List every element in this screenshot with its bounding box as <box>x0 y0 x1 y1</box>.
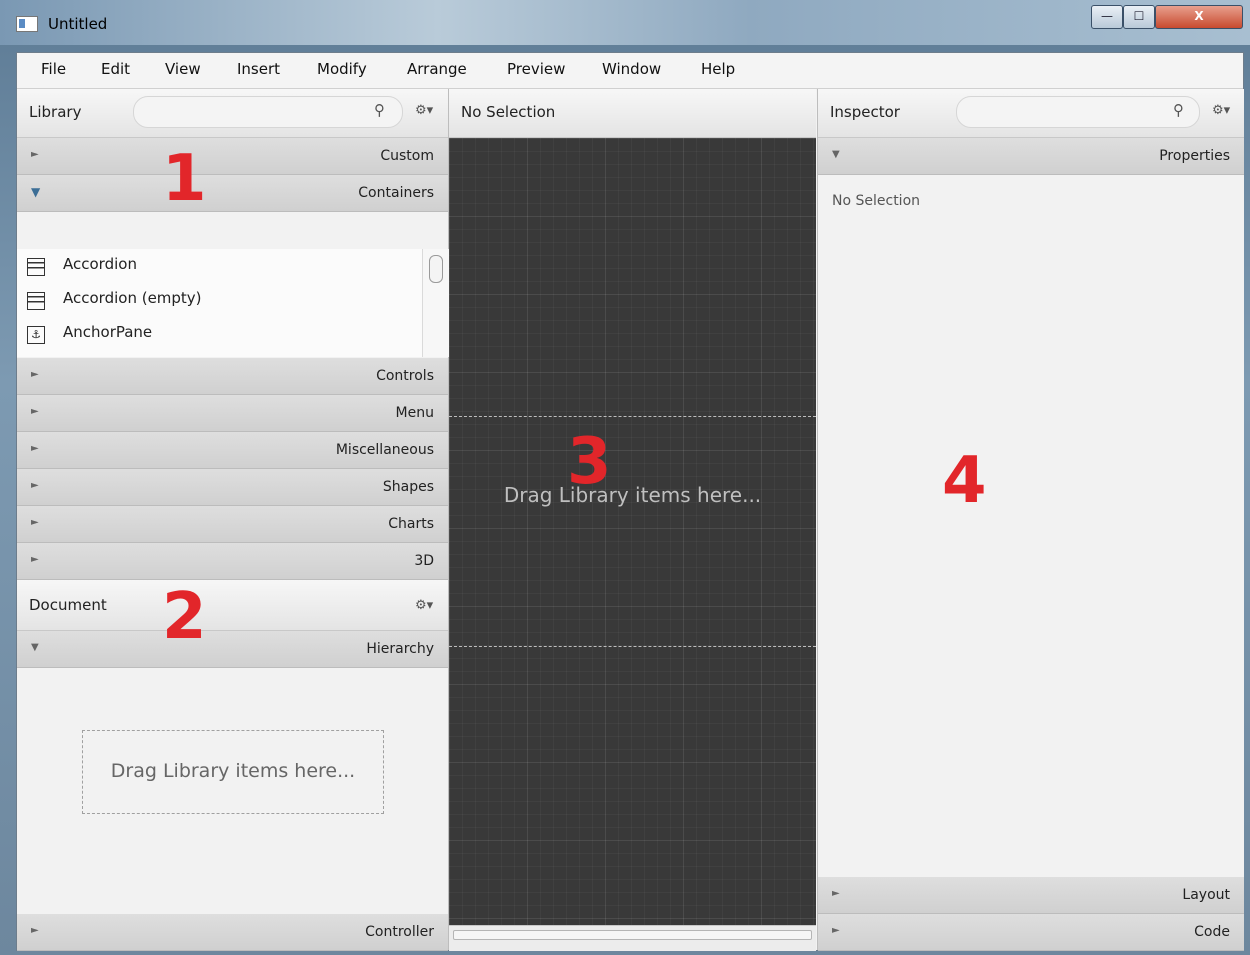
section-label: Custom <box>380 148 434 164</box>
menu-file[interactable]: File <box>41 60 66 78</box>
content-canvas-panel: No Selection Drag Library items here... … <box>449 89 816 951</box>
annotation-number-1: 1 <box>162 142 207 216</box>
menu-window[interactable]: Window <box>602 60 661 78</box>
annotation-number-2: 2 <box>162 580 207 654</box>
collapsed-arrow-icon: ► <box>832 925 840 936</box>
menu-view[interactable]: View <box>165 60 201 78</box>
collapsed-arrow-icon: ► <box>31 480 39 491</box>
guide-line <box>449 416 816 417</box>
search-icon: ⚲ <box>1173 101 1184 119</box>
library-section-miscellaneous[interactable]: ► Miscellaneous <box>17 432 448 469</box>
containers-scrollbar[interactable] <box>422 249 449 357</box>
collapsed-arrow-icon: ► <box>31 517 39 528</box>
menu-insert[interactable]: Insert <box>237 60 280 78</box>
accordion-icon <box>27 258 45 276</box>
document-section-controller[interactable]: ► Controller <box>17 914 448 951</box>
scrollbar-thumb[interactable] <box>453 930 812 940</box>
collapsed-arrow-icon: ► <box>31 406 39 417</box>
canvas-horizontal-scrollbar[interactable] <box>449 925 816 951</box>
inspector-title: Inspector <box>830 103 900 121</box>
menu-help[interactable]: Help <box>701 60 735 78</box>
inspector-header: Inspector ⚲ ⚙▾ <box>818 89 1244 138</box>
document-gear-icon[interactable]: ⚙▾ <box>415 598 433 613</box>
inspector-gear-icon[interactable]: ⚙▾ <box>1212 103 1230 118</box>
scrollbar-thumb[interactable] <box>429 255 443 283</box>
maximize-button[interactable]: ☐ <box>1123 5 1155 29</box>
collapsed-arrow-icon: ► <box>31 149 39 160</box>
library-section-menu[interactable]: ► Menu <box>17 395 448 432</box>
guide-line <box>449 646 816 647</box>
minimize-button[interactable]: — <box>1091 5 1123 29</box>
collapsed-arrow-icon: ► <box>832 888 840 899</box>
library-gear-icon[interactable]: ⚙▾ <box>415 103 433 118</box>
expanded-arrow-icon: ▼ <box>832 149 840 160</box>
canvas-header: No Selection <box>449 89 816 138</box>
close-button[interactable]: X <box>1155 5 1243 29</box>
library-section-shapes[interactable]: ► Shapes <box>17 469 448 506</box>
annotation-number-4: 4 <box>942 444 987 518</box>
design-canvas[interactable]: Drag Library items here... 3 <box>449 138 816 925</box>
library-section-3d[interactable]: ► 3D <box>17 543 448 580</box>
window-title: Untitled <box>48 15 108 33</box>
title-bar: Untitled — ☐ X <box>0 0 1250 45</box>
menu-modify[interactable]: Modify <box>317 60 367 78</box>
menu-arrange[interactable]: Arrange <box>407 60 467 78</box>
expanded-arrow-icon: ▼ <box>31 185 41 199</box>
inspector-search-input[interactable]: ⚲ <box>956 96 1200 128</box>
expanded-arrow-icon: ▼ <box>31 642 39 653</box>
section-label: Containers <box>358 185 434 201</box>
app-icon <box>16 16 38 32</box>
collapsed-arrow-icon: ► <box>31 925 39 936</box>
library-section-containers[interactable]: ▼ Containers <box>17 175 448 212</box>
anchor-icon: ⚓ <box>27 326 45 344</box>
inspector-section-properties[interactable]: ▼ Properties <box>818 138 1244 175</box>
library-title: Library <box>29 103 82 121</box>
search-icon: ⚲ <box>374 101 385 119</box>
document-header: Document ⚙▾ <box>17 580 448 631</box>
left-panel: Library ⚲ ⚙▾ ► Custom ▼ Containers Accor… <box>17 89 449 951</box>
hierarchy-drop-zone[interactable]: Drag Library items here... <box>82 730 384 814</box>
annotation-number-3: 3 <box>567 425 612 499</box>
inspector-section-layout[interactable]: ► Layout <box>818 877 1244 914</box>
window-client-area: File Edit View Insert Modify Arrange Pre… <box>16 52 1244 951</box>
drop-hint: Drag Library items here... <box>110 760 356 782</box>
document-section-hierarchy[interactable]: ▼ Hierarchy <box>17 631 448 668</box>
document-title: Document <box>29 596 107 614</box>
inspector-panel: Inspector ⚲ ⚙▾ ▼ Properties No Selection… <box>817 89 1244 951</box>
collapsed-arrow-icon: ► <box>31 369 39 380</box>
inspector-section-code[interactable]: ► Code <box>818 914 1244 951</box>
menu-bar: File Edit View Insert Modify Arrange Pre… <box>17 53 1243 89</box>
application-window: Untitled — ☐ X File Edit View Insert Mod… <box>0 0 1250 955</box>
library-section-controls[interactable]: ► Controls <box>17 358 448 395</box>
library-header: Library ⚲ ⚙▾ <box>17 89 448 138</box>
accordion-icon <box>27 292 45 310</box>
menu-edit[interactable]: Edit <box>101 60 130 78</box>
collapsed-arrow-icon: ► <box>31 443 39 454</box>
containers-list: Accordion Accordion (empty) ⚓ AnchorPane <box>17 249 422 357</box>
menu-preview[interactable]: Preview <box>507 60 565 78</box>
properties-empty-label: No Selection <box>832 193 921 209</box>
library-search-input[interactable]: ⚲ <box>133 96 403 128</box>
canvas-drop-hint: Drag Library items here... <box>503 483 762 507</box>
library-section-custom[interactable]: ► Custom <box>17 138 448 175</box>
collapsed-arrow-icon: ► <box>31 554 39 565</box>
library-section-charts[interactable]: ► Charts <box>17 506 448 543</box>
canvas-selection-label: No Selection <box>461 103 556 121</box>
